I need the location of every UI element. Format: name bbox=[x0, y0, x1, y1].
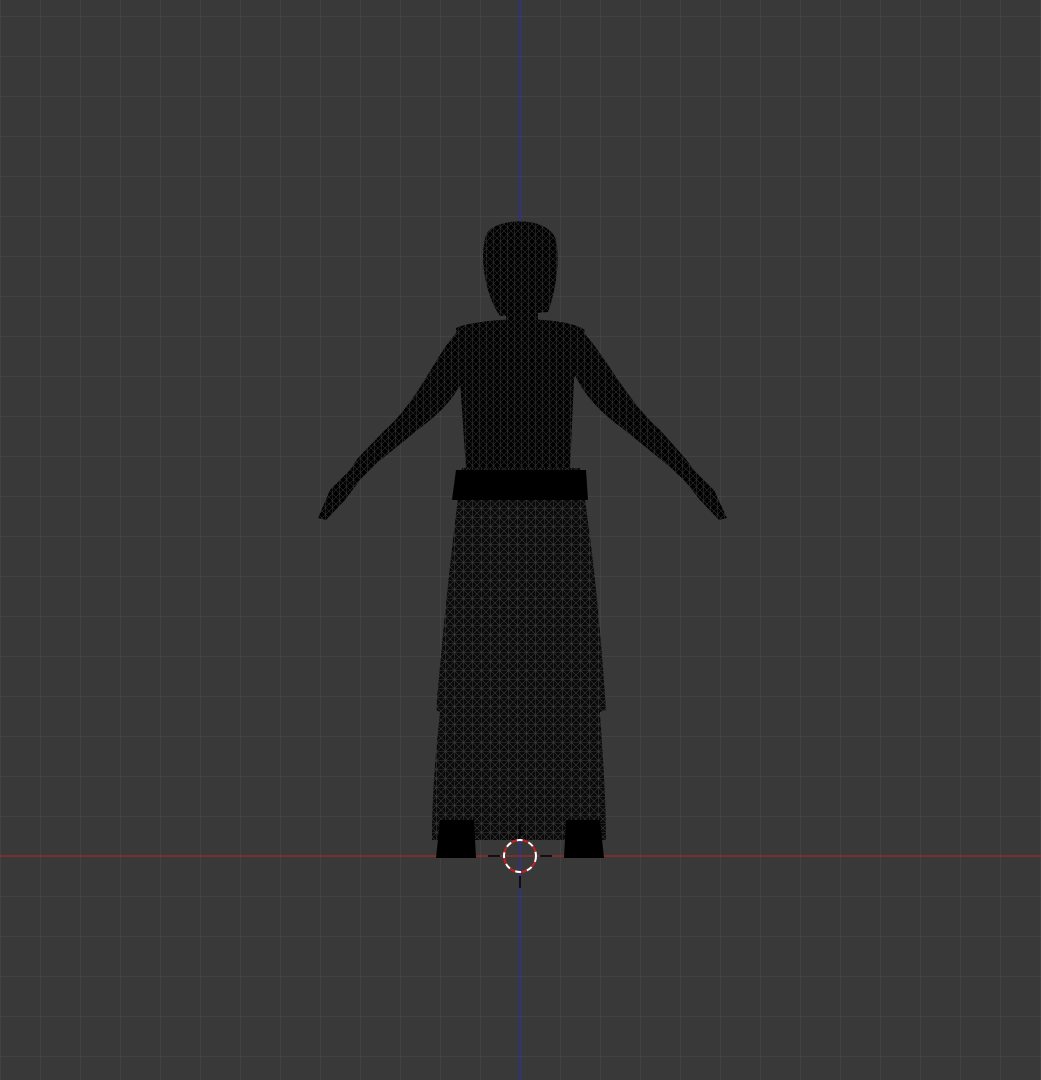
character-right-arm bbox=[570, 330, 727, 520]
3d-viewport[interactable] bbox=[0, 0, 1041, 1080]
wireframe-mesh-character[interactable] bbox=[318, 221, 727, 858]
character-left-foot bbox=[436, 820, 476, 858]
character-torso bbox=[456, 319, 585, 470]
character-left-arm bbox=[318, 330, 470, 520]
character-belt bbox=[452, 470, 588, 500]
viewport-overlay bbox=[0, 0, 1041, 1080]
character-skirt bbox=[432, 468, 606, 840]
character-right-foot bbox=[564, 820, 604, 858]
